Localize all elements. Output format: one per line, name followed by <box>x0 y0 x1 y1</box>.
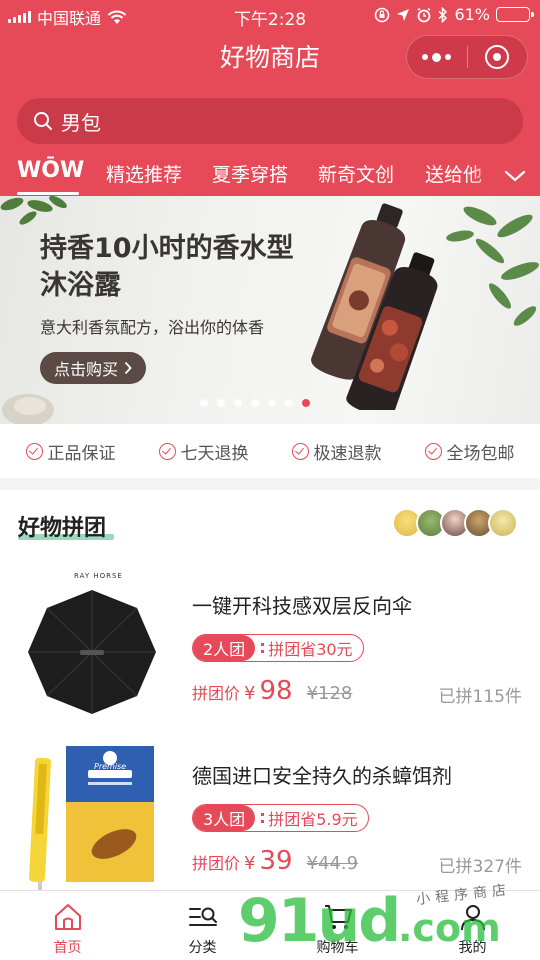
app-header: 中国联通 下午2:28 61% 好物商店 男包 WŌW 精选推荐 夏季穿搭 新奇… <box>0 0 540 196</box>
more-button[interactable] <box>407 36 467 78</box>
rock-decoration <box>2 394 54 424</box>
promo-banner[interactable]: 持香10小时的香水型沐浴露 意大利香氛配方，浴出你的体香 点击购买 <box>0 196 540 424</box>
participant-avatars <box>392 508 518 538</box>
tabbar-label: 首页 <box>53 940 82 956</box>
group-saving: 拼团省30元 <box>255 635 362 661</box>
miniprogram-capsule <box>406 35 528 79</box>
category-tabs: WŌW 精选推荐 夏季穿搭 新奇文创 送给他 <box>0 156 540 196</box>
sold-count: 已拼327件 <box>438 857 522 877</box>
price-label: 拼团价 <box>192 854 241 873</box>
sold-count: 已拼115件 <box>438 687 522 707</box>
carousel-indicator <box>200 399 310 407</box>
tab-featured[interactable]: 精选推荐 <box>106 160 182 187</box>
tabbar-profile[interactable]: 我的 <box>405 891 540 960</box>
group-size: 2人团 <box>193 635 256 661</box>
group-price: 39 <box>259 846 293 876</box>
group-price: 98 <box>259 676 293 706</box>
rotation-lock-icon <box>375 7 390 22</box>
original-price: ¥44.9 <box>306 853 359 874</box>
profile-icon <box>460 905 485 931</box>
guarantee-label: 全场包邮 <box>446 443 515 464</box>
price-row: 拼团价 ¥ 98 ¥128 <box>192 676 352 706</box>
more-dots-icon <box>422 52 452 62</box>
service-guarantees: 正品保证 七天退换 极速退款 全场包邮 <box>0 424 540 478</box>
avatar <box>488 508 518 538</box>
product-card[interactable]: RAY HORSE 一键开科技感双层反向伞 2人团 拼团省30元 拼团价 ¥ 9… <box>0 570 540 738</box>
price-row: 拼团价 ¥ 39 ¥44.9 <box>192 846 358 876</box>
banner-subtitle: 意大利香氛配方，浴出你的体香 <box>40 318 265 337</box>
section-title: 好物拼团 <box>18 516 107 541</box>
buy-now-button[interactable]: 点击购买 <box>40 352 147 384</box>
battery-icon <box>496 7 534 22</box>
chevron-down-icon <box>504 170 526 182</box>
guarantee-refund: 极速退款 <box>291 439 382 464</box>
buy-now-label: 点击购买 <box>54 360 119 379</box>
roach-bait-image: Premise <box>22 740 162 900</box>
carousel-dot[interactable] <box>268 399 276 407</box>
carousel-dot[interactable] <box>200 399 208 407</box>
tabbar-label: 购物车 <box>316 940 359 956</box>
status-bar: 中国联通 下午2:28 61% <box>0 0 540 30</box>
tabbar-label: 分类 <box>188 940 217 956</box>
carousel-dot[interactable] <box>234 399 242 407</box>
group-tag: 2人团 拼团省30元 <box>192 634 364 662</box>
banner-title: 持香10小时的香水型沐浴露 <box>40 233 294 301</box>
umbrella-image: RAY HORSE <box>22 570 162 730</box>
home-icon <box>54 904 81 930</box>
guarantee-label: 正品保证 <box>47 443 116 464</box>
carousel-dot[interactable] <box>217 399 225 407</box>
expand-tabs-button[interactable] <box>470 156 540 196</box>
tab-active-indicator <box>17 192 79 195</box>
tabbar-cart[interactable]: 购物车 <box>270 891 405 960</box>
tab-summer-outfits[interactable]: 夏季穿搭 <box>212 160 288 187</box>
guarantee-free-shipping: 全场包邮 <box>424 439 515 464</box>
group-size: 3人团 <box>193 805 256 831</box>
bluetooth-icon <box>438 6 448 23</box>
check-circle-icon <box>158 442 176 460</box>
product-name: 德国进口安全持久的杀蟑饵剂 <box>192 764 452 788</box>
bottom-tab-bar: 首页 分类 购物车 我的 <box>0 890 540 960</box>
currency-symbol: ¥ <box>244 683 256 704</box>
guarantee-label: 极速退款 <box>313 443 382 464</box>
search-query: 男包 <box>61 110 101 135</box>
currency-symbol: ¥ <box>244 853 256 874</box>
group-tag: 3人团 拼团省5.9元 <box>192 804 369 832</box>
tabbar-home[interactable]: 首页 <box>0 891 135 960</box>
carousel-dot[interactable] <box>285 399 293 407</box>
tabbar-label: 我的 <box>458 940 487 956</box>
carousel-dot[interactable] <box>302 399 310 407</box>
search-bar[interactable]: 男包 <box>17 98 523 144</box>
group-saving: 拼团省5.9元 <box>255 805 367 831</box>
original-price: ¥128 <box>306 683 353 704</box>
guarantee-authentic: 正品保证 <box>25 439 116 464</box>
check-circle-icon <box>25 442 43 460</box>
alarm-icon <box>417 7 431 22</box>
guarantee-label: 七天退换 <box>180 443 249 464</box>
location-icon <box>397 8 410 21</box>
tabbar-category[interactable]: 分类 <box>135 891 270 960</box>
check-circle-icon <box>291 442 309 460</box>
search-icon <box>34 112 52 130</box>
group-buy-section: 好物拼团 RAY HORSE 一键开科技感双层反向伞 2人团 拼团省30元 拼团… <box>0 490 540 892</box>
bottle-image <box>311 203 438 410</box>
close-miniprogram-button[interactable] <box>468 36 528 78</box>
carousel-dot[interactable] <box>251 399 259 407</box>
brand-label: Premise <box>94 762 127 771</box>
tab-creative[interactable]: 新奇文创 <box>318 160 394 187</box>
cart-icon <box>324 905 352 929</box>
chevron-right-icon <box>124 361 132 375</box>
category-icon <box>188 907 217 926</box>
battery-percent: 61% <box>454 5 490 24</box>
product-card[interactable]: Premise 德国进口安全持久的杀蟑饵剂 3人团 拼团省5.9元 拼团价 ¥ … <box>0 740 540 908</box>
guarantee-returns: 七天退换 <box>158 439 249 464</box>
tab-wow[interactable]: WŌW <box>17 158 84 183</box>
price-label: 拼团价 <box>192 684 241 703</box>
check-circle-icon <box>424 442 442 460</box>
product-name: 一键开科技感双层反向伞 <box>192 594 412 618</box>
target-icon <box>485 45 510 69</box>
